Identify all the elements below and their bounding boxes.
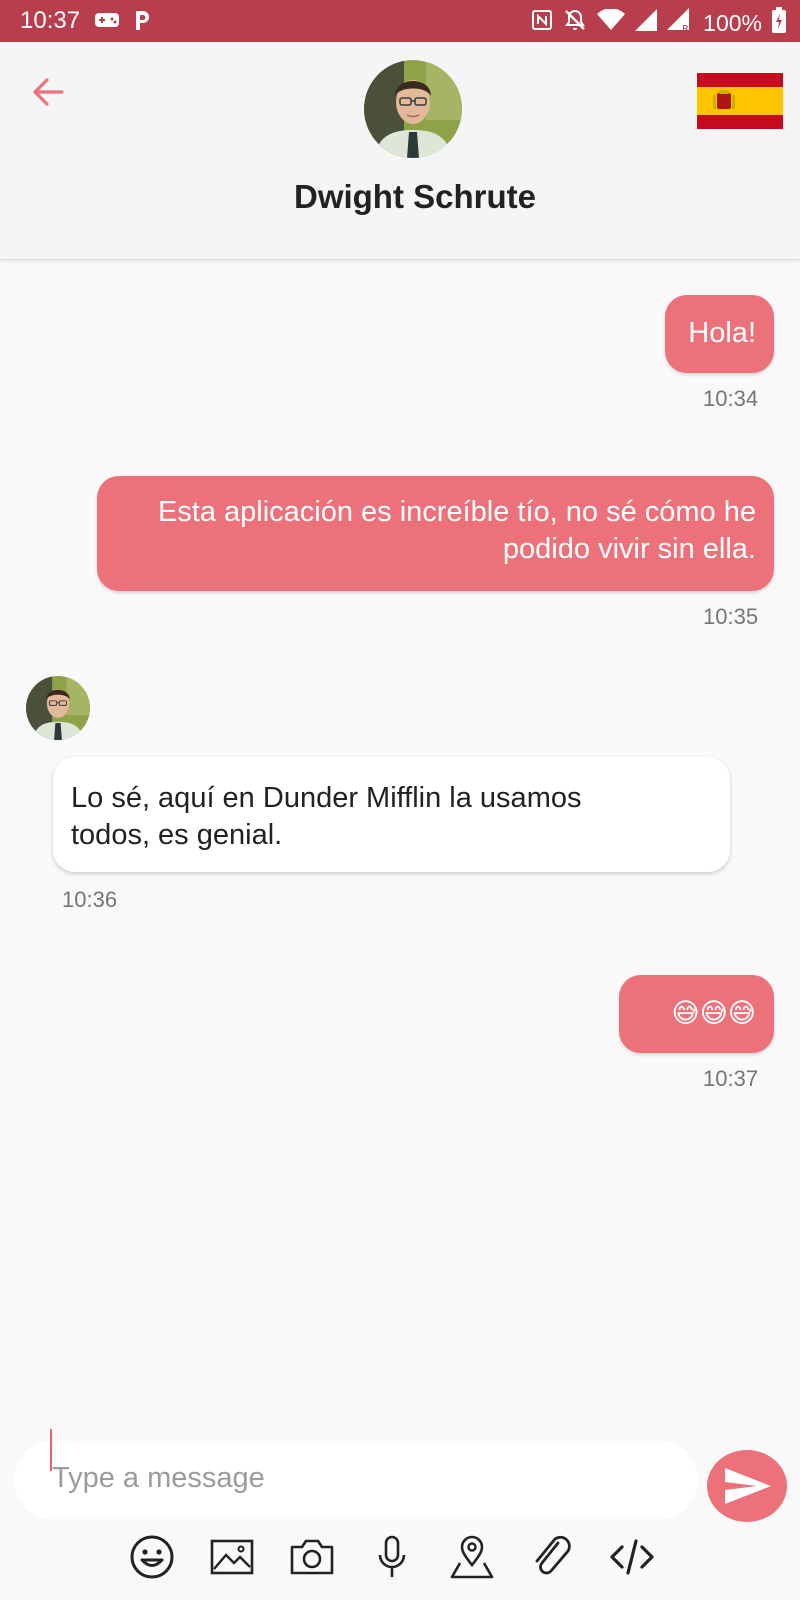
- gamepad-icon: [95, 12, 119, 33]
- sender-avatar[interactable]: [26, 676, 90, 740]
- back-button[interactable]: [28, 72, 68, 112]
- message-text: 😅😅😅: [671, 998, 756, 1029]
- person-photo: [364, 60, 462, 158]
- signal-roaming-icon: R: [667, 8, 693, 38]
- svg-text:R: R: [682, 24, 689, 32]
- message-text: Hola!: [688, 317, 756, 349]
- camera-icon[interactable]: [288, 1533, 336, 1581]
- wifi-icon: [597, 8, 626, 37]
- message-text: Esta aplicación es increíble tío, no sé …: [157, 496, 756, 565]
- message-timestamp: 10:34: [703, 386, 759, 411]
- message-bubble-outgoing[interactable]: Hola!: [665, 295, 774, 373]
- message-bubble-outgoing[interactable]: 😅😅😅: [619, 975, 774, 1053]
- attachment-toolbar: [128, 1533, 668, 1583]
- status-bar: 10:37 R 100%: [0, 0, 800, 42]
- person-photo: [26, 676, 90, 740]
- attachment-icon[interactable]: [528, 1533, 576, 1581]
- chat-header: Dwight Schrute: [0, 42, 800, 260]
- image-icon[interactable]: [208, 1533, 256, 1581]
- parking-app-icon: [133, 9, 151, 36]
- arrow-back-icon: [33, 78, 64, 106]
- microphone-icon[interactable]: [368, 1533, 416, 1581]
- message-timestamp: 10:36: [62, 887, 118, 912]
- spain-flag-icon[interactable]: [697, 73, 783, 129]
- code-icon[interactable]: [608, 1533, 656, 1581]
- status-time: 10:37: [20, 7, 81, 34]
- message-timestamp: 10:35: [703, 604, 759, 629]
- battery-percent: 100%: [703, 9, 762, 36]
- signal-icon: [635, 9, 658, 37]
- text-cursor: [50, 1429, 52, 1471]
- bell-off-icon: [563, 8, 587, 38]
- contact-avatar[interactable]: [364, 60, 462, 158]
- battery-icon: [772, 7, 786, 39]
- nfc-icon: [531, 9, 553, 37]
- location-icon[interactable]: [448, 1533, 496, 1581]
- message-input[interactable]: [52, 1448, 652, 1508]
- send-icon: [725, 1468, 771, 1504]
- contact-name: Dwight Schrute: [293, 178, 536, 215]
- message-timestamp: 10:37: [703, 1066, 759, 1091]
- emoji-icon[interactable]: [128, 1533, 176, 1581]
- send-button[interactable]: [707, 1450, 787, 1522]
- message-text: Lo sé, aquí en Dunder Mifflin la usamos …: [71, 782, 582, 851]
- message-bubble-incoming[interactable]: Lo sé, aquí en Dunder Mifflin la usamos …: [53, 757, 730, 872]
- message-bubble-outgoing[interactable]: Esta aplicación es increíble tío, no sé …: [97, 476, 774, 591]
